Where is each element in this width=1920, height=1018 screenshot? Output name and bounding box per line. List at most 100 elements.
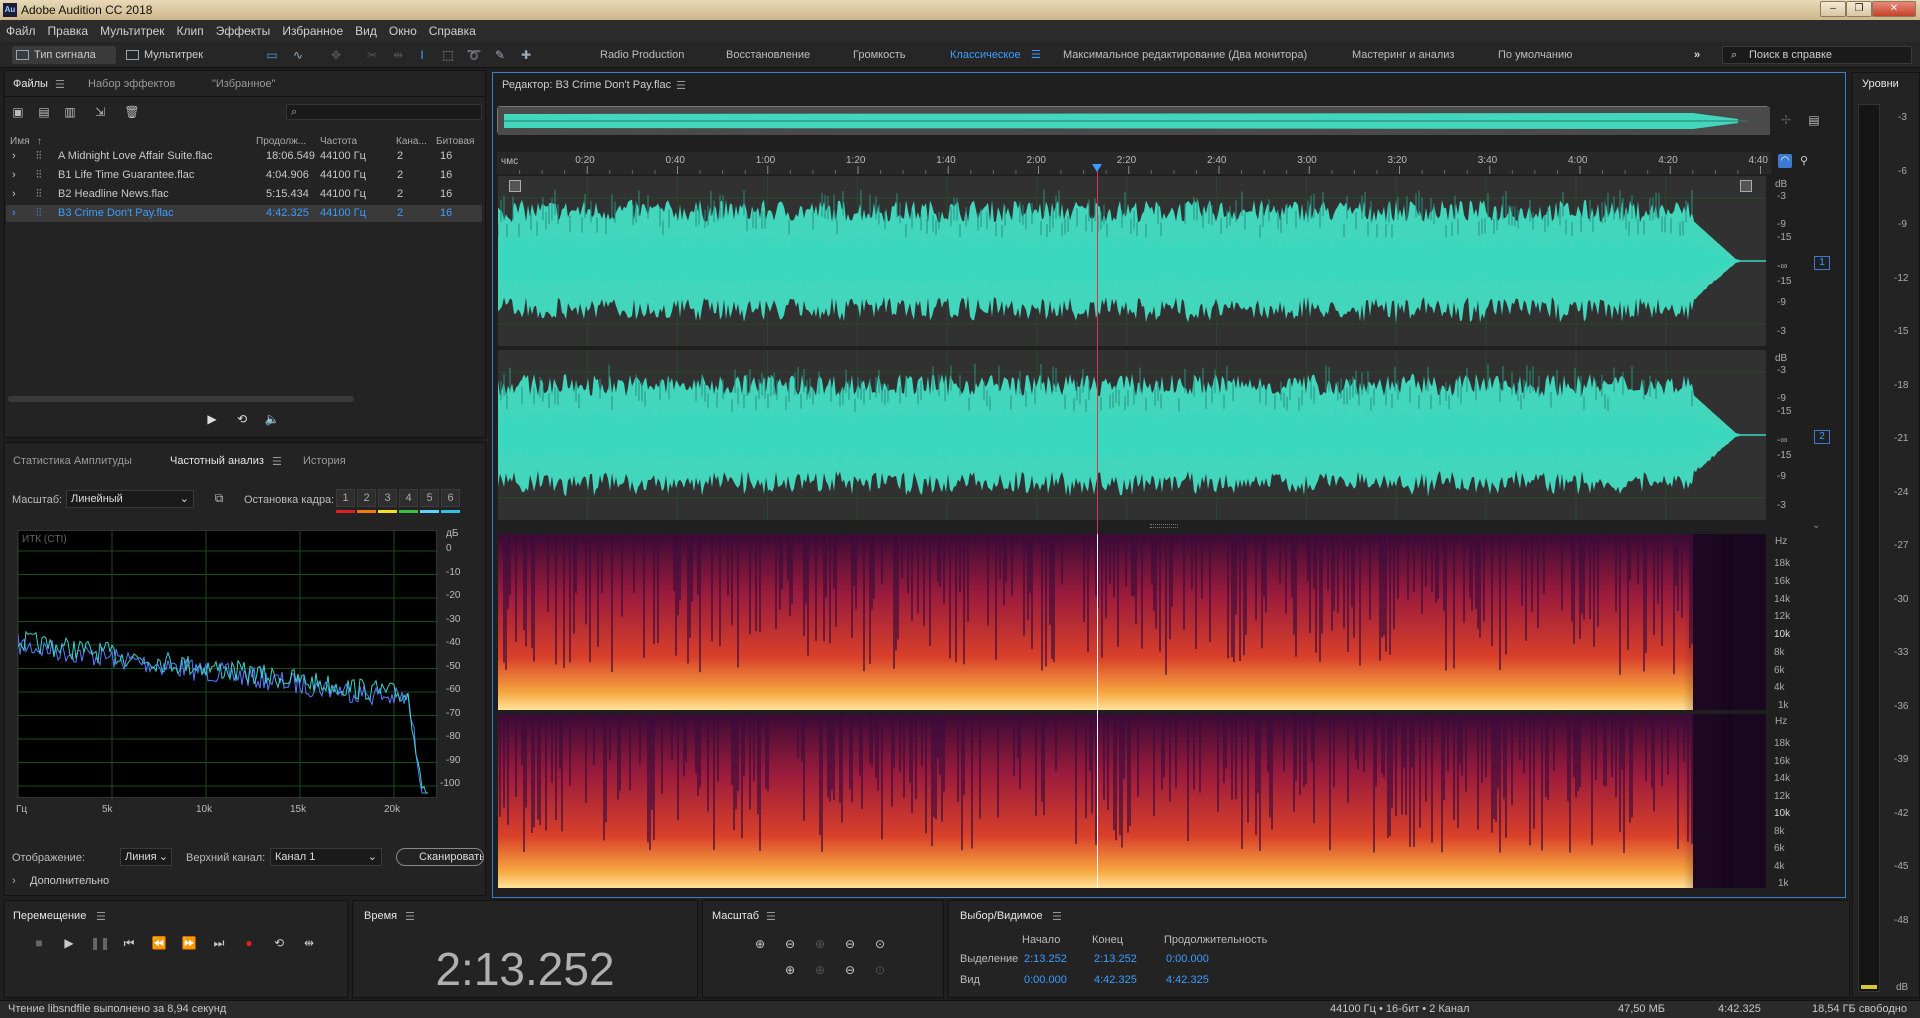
- scale-select[interactable]: Линейный ⌄: [66, 490, 194, 508]
- fade-in-handle[interactable]: [509, 180, 521, 192]
- waveform-view-icon[interactable]: ▭: [264, 47, 280, 63]
- transport-menu-icon[interactable]: ☰: [96, 910, 106, 923]
- channel-2-toggle[interactable]: 2: [1814, 430, 1830, 444]
- file-row[interactable]: › ⫶⫶ B1 Life Time Guarantee.flac 4:04.90…: [6, 167, 482, 184]
- file-row[interactable]: › ⫶⫶ B2 Headline News.flac 5:15.434 4410…: [6, 186, 482, 203]
- zoom-in-time-icon[interactable]: ⊕: [812, 936, 828, 952]
- time-selection-tool-icon[interactable]: I: [414, 47, 430, 63]
- razor-tool-icon[interactable]: ✂: [364, 47, 380, 63]
- tab-files[interactable]: Файлы: [13, 78, 48, 90]
- file-row[interactable]: › ⫶⫶ A Midnight Love Affair Suite.flac 1…: [6, 148, 482, 165]
- freeze-button-3[interactable]: 3: [378, 489, 397, 507]
- pause-button[interactable]: ❚❚: [90, 934, 110, 952]
- freeze-button-1[interactable]: 1: [336, 489, 355, 507]
- loop-preview-icon[interactable]: ⟲: [234, 411, 250, 427]
- col-rate[interactable]: Частота: [320, 136, 357, 147]
- autoplay-icon[interactable]: 🔈: [264, 411, 280, 427]
- workspace-radio-production[interactable]: Radio Production: [600, 47, 684, 63]
- spectrogram-channel-2[interactable]: [498, 714, 1766, 888]
- collapse-icon[interactable]: ⌄: [1812, 520, 1820, 531]
- files-horizontal-scrollbar[interactable]: [8, 396, 354, 402]
- waveform-mode-button[interactable]: Тип сигнала: [12, 46, 116, 64]
- freeze-button-2[interactable]: 2: [357, 489, 376, 507]
- zoom-reset-icon[interactable]: ⊙: [872, 962, 888, 978]
- slip-tool-icon[interactable]: ⇹: [390, 47, 406, 63]
- workspace-classic[interactable]: Классическое: [950, 47, 1021, 63]
- time-ruler[interactable]: чмс 0:20 0:40 1:00 1:20 1:40 2:00 2:20 2:40 3:00…: [497, 152, 1771, 174]
- skip-selection-button[interactable]: ⇹: [300, 934, 318, 952]
- menu-effects[interactable]: Эффекты: [216, 24, 271, 38]
- record-button[interactable]: ●: [240, 934, 258, 952]
- menu-help[interactable]: Справка: [429, 24, 476, 38]
- menu-clip[interactable]: Клип: [177, 24, 204, 38]
- maximize-button[interactable]: ❐: [1846, 1, 1872, 17]
- zoom-navigator-icon[interactable]: ✢: [1778, 112, 1794, 128]
- editor-options-icon[interactable]: ▤: [1806, 112, 1822, 128]
- zoom-selection-icon[interactable]: ⊕: [812, 962, 828, 978]
- view-duration-field[interactable]: 4:42.325: [1166, 974, 1209, 986]
- view-start-field[interactable]: 0:00.000: [1024, 974, 1067, 986]
- tab-frequency-analysis[interactable]: Частотный анализ: [170, 455, 264, 467]
- marker-pin-icon[interactable]: ⚲: [1800, 154, 1808, 167]
- tab-effects-rack[interactable]: Набор эффектов: [88, 78, 175, 90]
- menu-file[interactable]: Файл: [6, 24, 36, 38]
- top-channel-select[interactable]: Канал 1 ⌄: [270, 848, 382, 866]
- more-workspaces-icon[interactable]: »: [1694, 47, 1700, 63]
- rewind-button[interactable]: ⏪: [150, 934, 168, 952]
- selection-menu-icon[interactable]: ☰: [1052, 910, 1062, 923]
- advanced-label[interactable]: Дополнительно: [30, 875, 109, 887]
- freeze-button-4[interactable]: 4: [399, 489, 418, 507]
- zoom-in-amplitude-icon[interactable]: ⊕: [752, 936, 768, 952]
- play-button[interactable]: ▶: [60, 934, 78, 952]
- expand-icon[interactable]: ›: [12, 207, 16, 219]
- tab-amplitude-stats[interactable]: Статистика Амплитуды: [13, 455, 132, 467]
- col-channels[interactable]: Кана...: [396, 136, 427, 147]
- col-bits[interactable]: Битовая: [436, 136, 474, 147]
- display-select[interactable]: Линия ⌄: [120, 848, 172, 866]
- help-search-input[interactable]: ⌕ Поиск в справке: [1722, 46, 1912, 64]
- spot-healing-tool-icon[interactable]: ✚: [518, 47, 534, 63]
- workspace-default[interactable]: По умолчанию: [1498, 47, 1572, 63]
- fast-forward-button[interactable]: ⏩: [180, 934, 198, 952]
- freeze-snapshot-icon[interactable]: ⧉: [211, 490, 227, 506]
- playhead-marker[interactable]: [1092, 164, 1103, 172]
- advanced-expand-icon[interactable]: ›: [12, 875, 16, 887]
- zoom-in-point-icon[interactable]: ⊕: [782, 962, 798, 978]
- time-display[interactable]: 2:13.252: [352, 942, 698, 996]
- waveform-channel-1[interactable]: [497, 176, 1767, 346]
- menu-favorites[interactable]: Избранное: [282, 24, 343, 38]
- editor-menu-icon[interactable]: ☰: [676, 79, 686, 92]
- channel-1-toggle[interactable]: 1: [1814, 256, 1830, 270]
- brush-tool-icon[interactable]: ✎: [492, 47, 508, 63]
- zoom-out-point-icon[interactable]: ⊖: [842, 962, 858, 978]
- workspace-loudness[interactable]: Громкость: [853, 47, 905, 63]
- zoom-out-amplitude-icon[interactable]: ⊖: [782, 936, 798, 952]
- files-menu-icon[interactable]: ☰: [55, 78, 65, 91]
- expand-icon[interactable]: ›: [12, 169, 16, 181]
- time-menu-icon[interactable]: ☰: [405, 910, 415, 923]
- zoom-out-time-icon[interactable]: ⊖: [842, 936, 858, 952]
- fade-out-handle[interactable]: [1740, 180, 1752, 192]
- insert-multitrack-icon[interactable]: ⇲: [92, 104, 108, 120]
- open-file-icon[interactable]: ▣: [10, 104, 26, 120]
- menu-view[interactable]: Вид: [355, 24, 377, 38]
- tab-favorites[interactable]: "Избранное": [212, 78, 276, 90]
- lasso-tool-icon[interactable]: ➰: [466, 47, 482, 63]
- sel-start-field[interactable]: 2:13.252: [1024, 953, 1067, 965]
- delete-file-icon[interactable]: 🗑: [124, 104, 140, 120]
- col-duration[interactable]: Продолж...: [256, 136, 306, 147]
- expand-icon[interactable]: ›: [12, 150, 16, 162]
- loop-button[interactable]: ⟲: [270, 934, 288, 952]
- freeze-button-6[interactable]: 6: [441, 489, 460, 507]
- close-button[interactable]: ✕: [1872, 1, 1916, 17]
- workspace-max-editing[interactable]: Максимальное редактирование (Два монитор…: [1063, 47, 1307, 63]
- minimize-button[interactable]: ‒: [1820, 1, 1846, 17]
- col-name[interactable]: Имя: [10, 136, 29, 147]
- file-row-selected[interactable]: › ⫶⫶ B3 Crime Don't Pay.flac 4:42.325 44…: [6, 205, 482, 222]
- zoom-menu-icon[interactable]: ☰: [766, 910, 776, 923]
- multitrack-mode-button[interactable]: Мультитрек: [122, 46, 222, 64]
- go-to-end-button[interactable]: ⏭: [210, 934, 228, 952]
- zoom-out-full-icon[interactable]: ⊙: [872, 936, 888, 952]
- menu-edit[interactable]: Правка: [48, 24, 89, 38]
- view-end-field[interactable]: 4:42.325: [1094, 974, 1137, 986]
